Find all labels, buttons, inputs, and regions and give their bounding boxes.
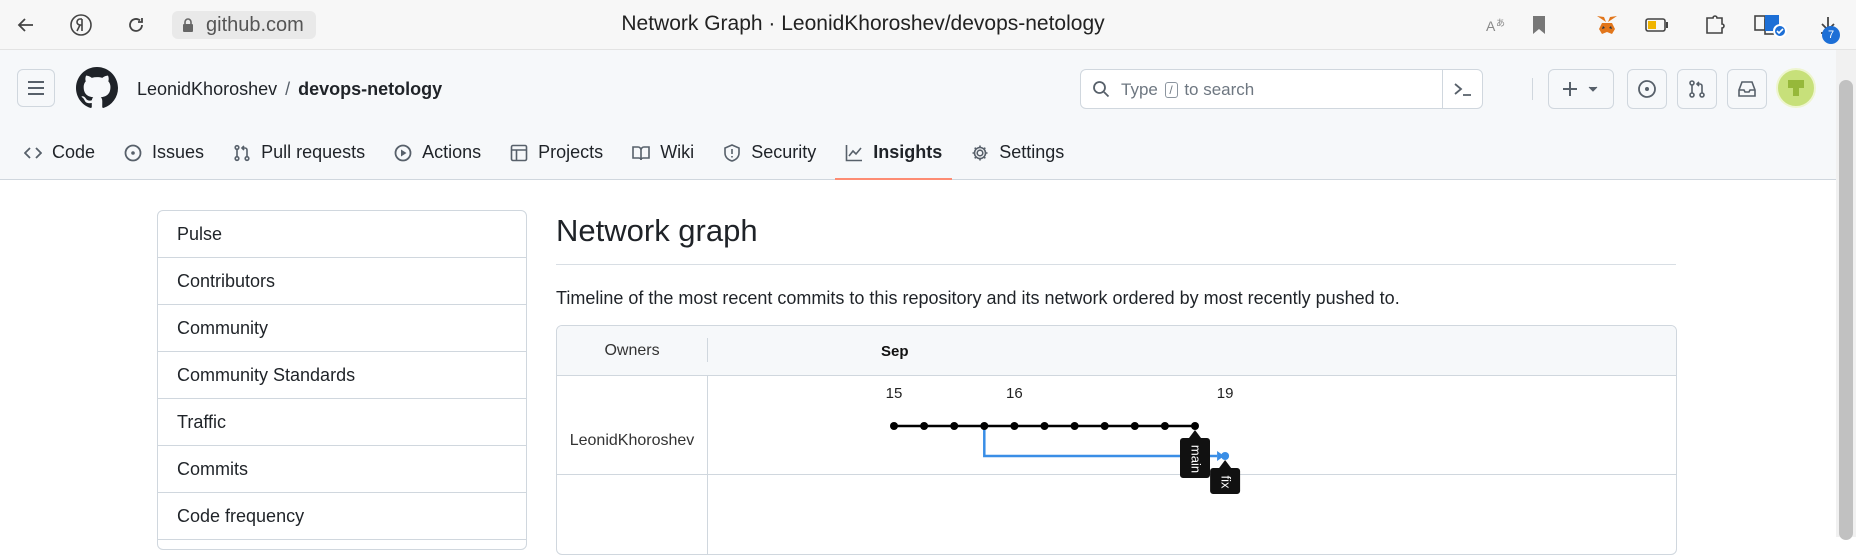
sidebar-item-community-standards[interactable]: Community Standards (158, 352, 526, 399)
network-graph[interactable]: Owners Sep LeonidKhoroshev 15 16 19 main fix (556, 325, 1677, 555)
github-logo[interactable] (76, 67, 118, 109)
tab-label: Wiki (660, 142, 695, 162)
commit-dot (1070, 422, 1079, 430)
sidebar-item-commits[interactable]: Commits (158, 446, 526, 493)
pull-request-icon (234, 144, 250, 161)
inbox-icon (1738, 81, 1756, 97)
page-scrollbar[interactable] (1836, 50, 1856, 540)
battery-icon[interactable] (1644, 12, 1670, 38)
issues-button[interactable] (1627, 69, 1667, 109)
tab-label: Insights (873, 142, 943, 162)
play-icon (394, 144, 412, 161)
sidebar-item-community[interactable]: Community (158, 305, 526, 352)
page-description: Timeline of the most recent commits to t… (556, 288, 1400, 308)
commit-dot (1010, 422, 1019, 430)
branch-label-text: main (1189, 445, 1204, 473)
commit-dot (920, 422, 929, 430)
metamask-icon[interactable] (1594, 12, 1620, 38)
create-new-button[interactable] (1548, 69, 1614, 109)
day-label: 15 (886, 385, 903, 402)
issue-icon (124, 144, 142, 161)
tab-label: Settings (999, 142, 1065, 162)
search-placeholder-prefix: Type (1121, 80, 1158, 99)
command-palette-button[interactable] (1442, 70, 1482, 108)
commit-dot (1130, 422, 1139, 430)
commit-dot (980, 422, 989, 430)
menu-button[interactable] (17, 69, 55, 107)
browser-toolbar: github.com Network Graph · LeonidKhorosh… (0, 0, 1856, 50)
tab-projects[interactable]: Projects (500, 125, 613, 180)
commit-graph[interactable]: 15 16 19 main fix (557, 326, 1677, 555)
hamburger-icon (28, 81, 44, 95)
tab-label: Projects (538, 142, 604, 162)
tab-pull-requests[interactable]: Pull requests (223, 125, 375, 180)
tab-code[interactable]: Code (14, 125, 105, 180)
tab-label: Pull requests (261, 142, 366, 162)
tab-issues[interactable]: Issues (114, 125, 214, 180)
branch-label-text: fix (1219, 476, 1234, 490)
search-input[interactable]: Type / to search (1080, 69, 1483, 109)
pull-request-icon (1689, 80, 1705, 98)
sidebar-item-traffic[interactable]: Traffic (158, 399, 526, 446)
terminal-icon (1453, 83, 1471, 96)
title-divider (556, 264, 1676, 265)
repo-link[interactable]: devops-netology (298, 79, 442, 99)
book-icon (632, 145, 650, 160)
commit-dot (890, 422, 898, 430)
search-icon (1093, 81, 1110, 98)
commit-dot (1100, 422, 1109, 430)
plus-icon (1563, 82, 1598, 96)
pull-requests-button[interactable] (1677, 69, 1717, 109)
inbox-button[interactable] (1727, 69, 1767, 109)
page-title: Network graph (556, 213, 758, 248)
tab-actions[interactable]: Actions (384, 125, 491, 180)
svg-text:あ: あ (1496, 18, 1505, 29)
shield-icon (724, 143, 740, 162)
day-label: 16 (1006, 385, 1023, 402)
sidebar-item-contributors[interactable]: Contributors (158, 258, 526, 305)
github-octocat-icon (76, 67, 118, 108)
tab-settings[interactable]: Settings (961, 125, 1074, 180)
translate-icon[interactable]: Aあ (1484, 13, 1508, 37)
table-icon (510, 144, 528, 161)
tab-label: Security (751, 142, 817, 162)
page-tab-title: Network Graph · LeonidKhoroshev/devops-n… (621, 12, 1105, 35)
avatar[interactable] (1776, 68, 1816, 108)
breadcrumb: LeonidKhoroshev / devops-netology (137, 79, 442, 100)
commit-dot (950, 422, 959, 430)
tab-security[interactable]: Security (713, 125, 826, 180)
insights-sidebar: Pulse Contributors Community Community Stan… (157, 210, 527, 550)
graph-icon (845, 144, 863, 161)
header-divider (1532, 78, 1533, 100)
avatar-identicon (1788, 80, 1804, 96)
downloads-count-badge: 7 (1822, 26, 1840, 44)
repo-nav: Code Issues Pull requests Actions Projects Wi… (0, 125, 1083, 180)
gear-icon (972, 145, 988, 160)
bookmark-icon[interactable] (1527, 13, 1551, 37)
tab-label: Actions (422, 142, 482, 162)
tab-wiki[interactable]: Wiki (622, 125, 704, 180)
day-label: 19 (1217, 385, 1234, 402)
svg-text:A: A (1486, 18, 1496, 34)
tab-label: Issues (152, 142, 205, 162)
code-icon (24, 146, 42, 159)
breadcrumb-separator: / (285, 79, 291, 99)
repo-header: LeonidKhoroshev / devops-netology Type / t… (0, 50, 1836, 180)
extension-icon[interactable] (1702, 12, 1728, 38)
commit-dot-fix (1221, 452, 1230, 460)
profile-sync-icon[interactable] (1762, 12, 1788, 38)
commit-dot (1160, 422, 1169, 430)
sidebar-item-code-frequency[interactable]: Code frequency (158, 493, 526, 540)
owner-link[interactable]: LeonidKhoroshev (137, 79, 277, 99)
scrollbar-thumb[interactable] (1839, 80, 1853, 540)
tab-label: Code (52, 142, 96, 162)
search-shortcut-key: / (1164, 82, 1178, 98)
search-placeholder-suffix: to search (1184, 80, 1255, 99)
issue-opened-icon (1638, 80, 1656, 98)
tab-insights[interactable]: Insights (835, 125, 953, 180)
commit-dot (1040, 422, 1049, 430)
search-placeholder: Type / to search (1121, 80, 1254, 100)
commit-dot (1191, 422, 1199, 430)
sidebar-item-pulse[interactable]: Pulse (158, 211, 526, 258)
